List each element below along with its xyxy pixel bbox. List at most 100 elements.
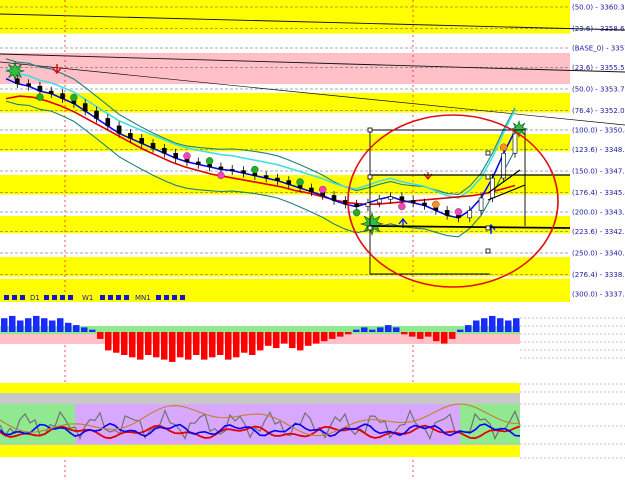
timeframe-square [52, 295, 57, 300]
hist-bar [241, 332, 248, 353]
candle-body [218, 166, 224, 170]
band-yellow [0, 134, 570, 152]
hist-bar [161, 332, 168, 360]
candle-body [456, 215, 461, 219]
hist-bar [353, 329, 360, 332]
candle-body [410, 200, 416, 204]
hist-bar [169, 332, 176, 362]
hist-bar [417, 332, 424, 339]
timeframe-square [156, 295, 161, 300]
level-label: (BASE_0) - 3357.07 [572, 45, 625, 53]
hist-bar [1, 318, 8, 332]
hist-bar [209, 332, 216, 358]
candle-body [241, 170, 246, 174]
projection-handle [367, 127, 373, 133]
projection-handle [485, 225, 491, 231]
hist-bar [81, 327, 88, 332]
timeframe-label: W1 [82, 294, 93, 302]
level-label: (223.6) - 3342.31 [572, 228, 625, 236]
candle-body [263, 175, 269, 179]
timeframe-square [124, 295, 129, 300]
candle-body [150, 142, 156, 149]
hist-bar [281, 332, 288, 344]
hist-bar [89, 329, 96, 332]
candle-body [94, 110, 99, 119]
hist-bar [369, 329, 376, 332]
hist-bar [425, 332, 432, 337]
signal-dot [205, 157, 214, 165]
hist-bar [145, 332, 152, 355]
hist-bar [41, 318, 48, 332]
level-label: (150.0) - 3347.17 [572, 168, 625, 176]
candle-body [444, 210, 450, 216]
candle-body [60, 93, 65, 99]
hist-bar [257, 332, 264, 351]
projection-handle [485, 150, 491, 156]
candle-body [354, 203, 359, 207]
level-label: (123.6) - 3348.91 [572, 146, 625, 154]
candle-body [207, 164, 212, 168]
level-label: (76.4) - 3352.03 [572, 107, 625, 115]
candle-body [173, 152, 178, 159]
hist-bar [153, 332, 160, 358]
osc-band-yellow [0, 383, 520, 393]
signal-dot [217, 171, 225, 180]
projection-handle [485, 174, 491, 180]
level-label: (50.0) - 3360.37 [572, 4, 625, 12]
signal-dot [183, 152, 191, 160]
candle-body [501, 152, 506, 179]
timeframe-square [20, 295, 25, 300]
candle-body [252, 172, 258, 176]
band-pink [0, 53, 570, 84]
hist-bar [433, 332, 440, 342]
band-yellow [0, 216, 570, 234]
osc-band-yellow [0, 445, 520, 457]
candle-body [343, 200, 348, 205]
hist-bar [497, 318, 504, 332]
signal-dot [36, 93, 44, 101]
candle-body [376, 198, 382, 204]
hist-bar [105, 332, 112, 351]
signal-dot [319, 185, 327, 194]
hist-bar [401, 332, 408, 335]
star-signal [359, 211, 385, 237]
candle-body [490, 177, 495, 199]
hist-bar [17, 320, 24, 332]
timeframe-square [180, 295, 185, 300]
hist-bar [345, 332, 352, 335]
timeframe-square [60, 295, 65, 300]
signal-dot [251, 165, 259, 174]
level-label: (100.0) - 3350.47 [572, 127, 625, 135]
candle-body [37, 85, 43, 92]
hist-bar [121, 332, 128, 355]
timeframe-square [108, 295, 113, 300]
hist-bar [457, 329, 464, 332]
level-label: (276.4) - 3338.83 [572, 271, 625, 279]
hist-bar [297, 332, 304, 351]
hist-bar [361, 327, 368, 332]
hist-bar [265, 332, 272, 346]
candle-body [48, 90, 54, 94]
timeframe-square [100, 295, 105, 300]
hist-bar [505, 320, 512, 332]
candle-body [331, 195, 337, 201]
candle-body [422, 202, 427, 206]
projection-handle [367, 174, 373, 180]
hist-bar [249, 332, 256, 355]
hist-bar [377, 327, 384, 332]
hist-bar [489, 315, 496, 332]
signal-dot [499, 143, 508, 151]
candle-body [195, 161, 201, 165]
hist-bar [65, 322, 72, 332]
hist-bar [409, 332, 416, 337]
hist-bar [329, 332, 336, 339]
hist-bar [337, 332, 344, 337]
hist-bar [481, 318, 488, 332]
signal-dot [454, 208, 463, 216]
hist-bar [225, 332, 232, 360]
hist-bar [465, 325, 472, 332]
candle-body [105, 118, 111, 127]
hist-bar [321, 332, 328, 342]
hist-bar [137, 332, 144, 360]
hist-bar [97, 332, 104, 339]
